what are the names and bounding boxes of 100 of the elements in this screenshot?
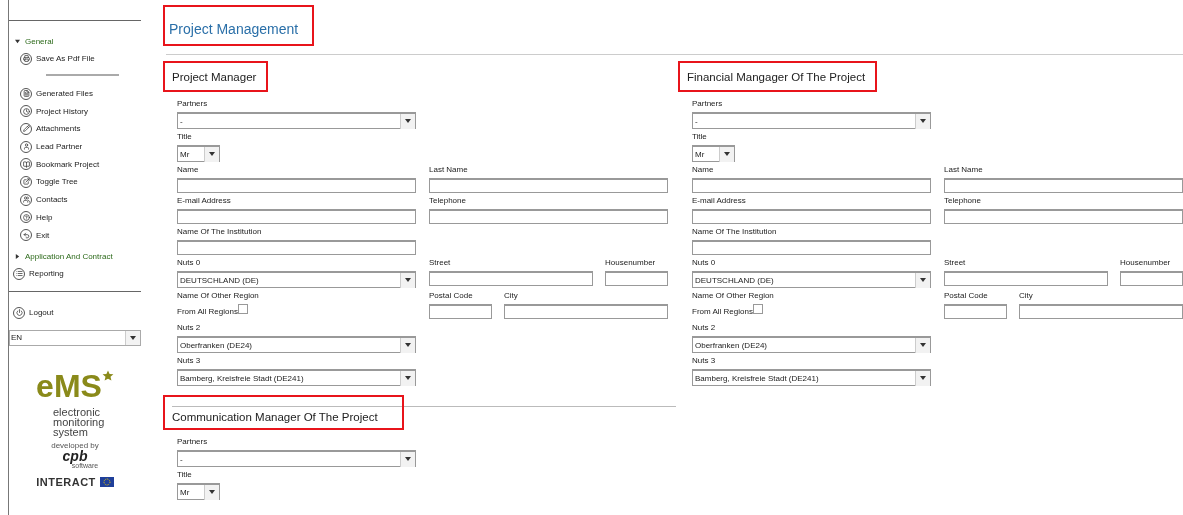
- developer-logo: cpb: [62, 449, 88, 462]
- input-field[interactable]: [429, 271, 593, 286]
- caret-icon: [405, 119, 411, 123]
- input-field[interactable]: [692, 209, 931, 224]
- caret-icon: [920, 278, 926, 282]
- caret-icon: [405, 343, 411, 347]
- dropdown[interactable]: -: [692, 112, 931, 129]
- printer-icon: [20, 52, 32, 65]
- caret-icon: [209, 152, 215, 156]
- section-heading: Project Manager: [163, 61, 269, 92]
- field-label: Nuts 0: [692, 257, 717, 269]
- language-dropdown[interactable]: EN: [9, 329, 141, 346]
- section-heading: Financial Mangager Of The Project: [678, 61, 878, 92]
- menu-group[interactable]: General: [9, 33, 141, 50]
- input-field[interactable]: [177, 240, 416, 255]
- field-label: Telephone: [429, 195, 467, 207]
- dropdown[interactable]: DEUTSCHLAND (DE): [177, 271, 416, 288]
- star-icon: [101, 369, 114, 382]
- field-label: Nuts 0: [177, 257, 202, 269]
- field-label: Title: [177, 131, 193, 143]
- caret-icon: [920, 343, 926, 347]
- menu-item[interactable]: Bookmark Project: [9, 155, 141, 174]
- input-field[interactable]: [944, 209, 1183, 224]
- book-icon: [20, 158, 32, 171]
- input-field[interactable]: [177, 178, 416, 193]
- field-label: Housenumber: [1120, 257, 1172, 269]
- partner-logo: INTERACT: [36, 475, 96, 488]
- menu-item[interactable]: Toggle Tree: [9, 173, 141, 191]
- clock-icon: [20, 105, 32, 118]
- users-icon: [20, 193, 32, 206]
- input-field[interactable]: [177, 209, 416, 224]
- field-label: Postal Code: [429, 290, 474, 302]
- menu-item[interactable]: Reporting: [9, 264, 141, 283]
- input-field[interactable]: [944, 271, 1108, 286]
- dropdown[interactable]: Mr: [177, 483, 220, 500]
- caret-icon: [405, 457, 411, 461]
- input-field[interactable]: [605, 271, 668, 286]
- input-field[interactable]: [692, 178, 931, 193]
- menu-item[interactable]: Project History: [9, 102, 141, 121]
- dropdown[interactable]: DEUTSCHLAND (DE): [692, 271, 931, 288]
- menu-item[interactable]: Save As Pdf File: [9, 50, 141, 68]
- checkbox[interactable]: [237, 304, 248, 314]
- power-icon: [13, 306, 25, 319]
- field-label: Partners: [177, 98, 209, 110]
- field-label: Name Of Other Region: [177, 290, 260, 302]
- logo-mark: eMS: [36, 367, 102, 404]
- field-label: Name Of The Institution: [692, 226, 778, 238]
- input-field[interactable]: [429, 178, 668, 193]
- field-label: Name Of Other Region: [692, 290, 775, 302]
- field-label: Title: [692, 131, 708, 143]
- input-field[interactable]: [944, 304, 1007, 319]
- menu-item[interactable]: Help: [9, 208, 141, 227]
- input-field[interactable]: [429, 304, 492, 319]
- input-field[interactable]: [504, 304, 668, 319]
- dropdown[interactable]: Mr: [177, 145, 220, 162]
- menu-item[interactable]: Exit: [9, 226, 141, 244]
- logout-link[interactable]: Logout: [9, 299, 141, 326]
- caret-right-icon: [15, 253, 20, 259]
- page-title: Project Management: [163, 5, 315, 46]
- dropdown[interactable]: Oberfranken (DE24): [692, 336, 931, 353]
- field-label: E-mail Address: [692, 195, 747, 207]
- field-label: Partners: [692, 98, 724, 110]
- menu-group[interactable]: Application And Contract: [9, 247, 141, 265]
- caret-icon: [209, 490, 215, 494]
- external-link-icon: [20, 175, 32, 188]
- dropdown[interactable]: Mr: [692, 145, 735, 162]
- developer-caption: developed by: [51, 440, 99, 450]
- input-field[interactable]: [692, 240, 931, 255]
- caret-icon: [130, 335, 136, 340]
- field-label: Title: [177, 469, 193, 481]
- caret-icon: [920, 119, 926, 123]
- menu-item[interactable]: Contacts: [9, 190, 141, 209]
- input-field[interactable]: [1120, 271, 1183, 286]
- checkbox[interactable]: [752, 304, 763, 314]
- logo-tagline: electronic monitoring system: [53, 406, 106, 437]
- field-label: City: [1019, 290, 1034, 302]
- field-label: Nuts 2: [692, 322, 717, 334]
- dropdown[interactable]: -: [177, 112, 416, 129]
- caret-icon: [405, 376, 411, 380]
- dropdown[interactable]: Oberfranken (DE24): [177, 336, 416, 353]
- field-label: Nuts 2: [177, 322, 202, 334]
- menu-item[interactable]: Generated Files: [9, 84, 141, 103]
- dropdown[interactable]: -: [177, 450, 416, 467]
- menu-item[interactable]: Lead Partner: [9, 137, 141, 156]
- input-field[interactable]: [944, 178, 1183, 193]
- field-label: Name: [692, 164, 715, 176]
- field-label: Street: [944, 257, 967, 269]
- input-field[interactable]: [429, 209, 668, 224]
- flag-icon: [99, 476, 114, 487]
- field-label: Nuts 3: [177, 355, 202, 367]
- dropdown[interactable]: Bamberg, Kreisfreie Stadt (DE241): [692, 369, 931, 386]
- input-field[interactable]: [1019, 304, 1183, 319]
- field-label: Nuts 3: [692, 355, 717, 367]
- field-label: Street: [429, 257, 452, 269]
- field-label: Name: [177, 164, 200, 176]
- menu-item[interactable]: Attachments: [9, 120, 141, 138]
- field-label: E-mail Address: [177, 195, 232, 207]
- pencil-icon: [20, 122, 32, 135]
- field-label: Postal Code: [944, 290, 989, 302]
- dropdown[interactable]: Bamberg, Kreisfreie Stadt (DE241): [177, 369, 416, 386]
